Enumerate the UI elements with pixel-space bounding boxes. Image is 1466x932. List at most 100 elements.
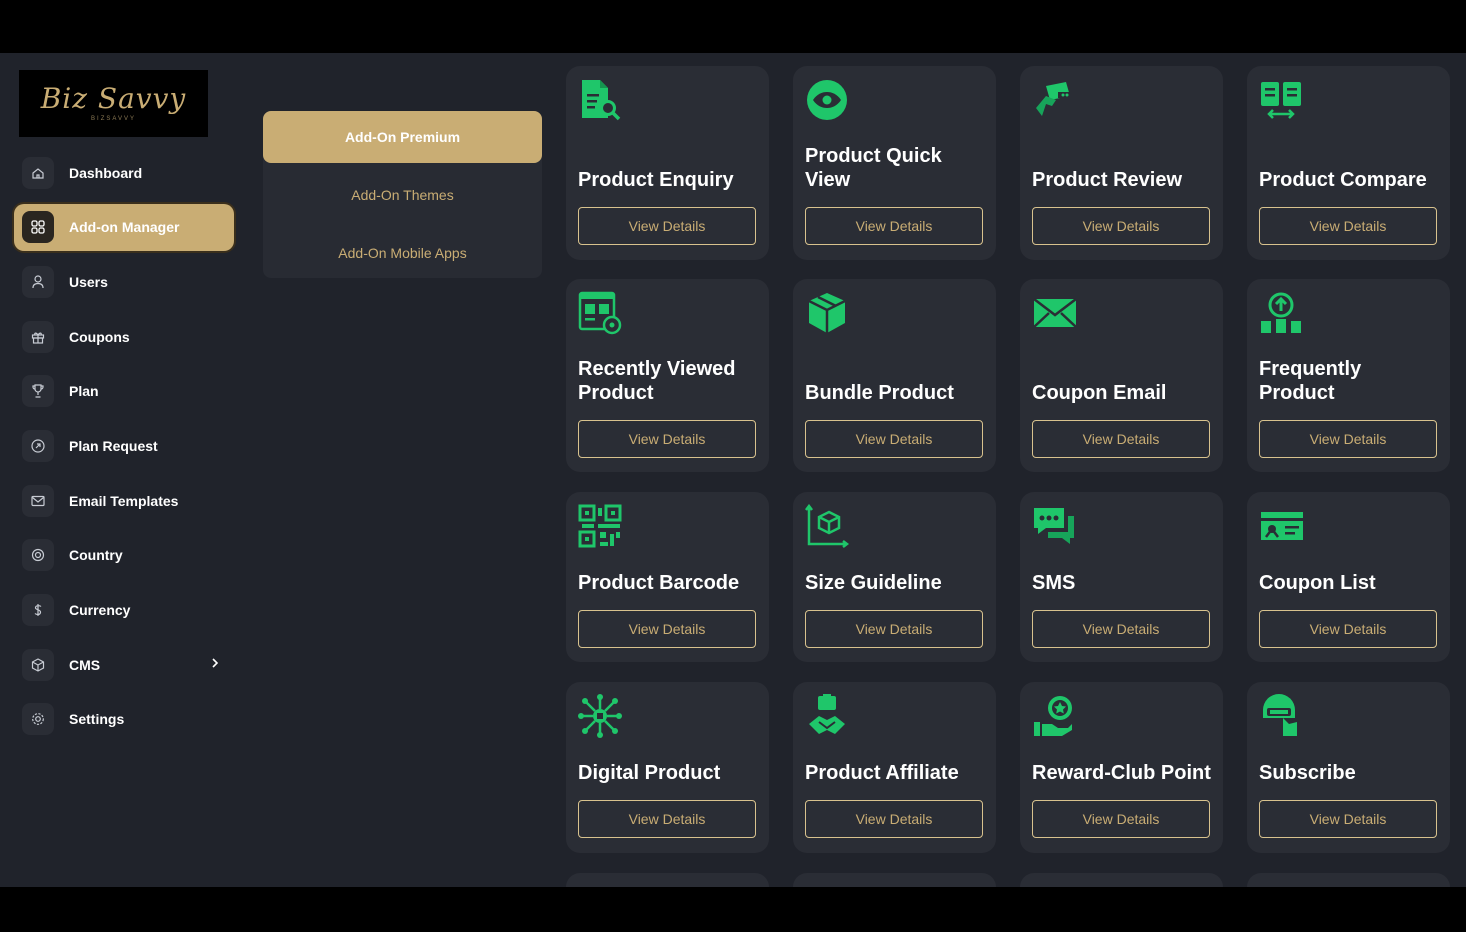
logo-subtext: BIZSAVVY <box>91 116 136 122</box>
addon-card: Product Review View Details <box>1020 66 1223 260</box>
sidebar-item-label: Users <box>69 273 108 290</box>
addon-title-text: Size Guideline <box>805 572 942 594</box>
addon-card: Bundle Product View Details <box>793 279 996 472</box>
addon-title-text: Recently Viewed Product <box>578 358 736 404</box>
logo-text: Biz Savvy <box>40 82 187 115</box>
sidebar-item-dashboard[interactable]: Dashboard <box>14 149 234 196</box>
addon-card: Reward-Club Point View Details <box>1020 682 1223 853</box>
envelope-icon <box>1032 291 1077 335</box>
addon-card: Coupon List View Details <box>1247 492 1450 662</box>
sidebar-item-currency[interactable]: Currency <box>14 587 234 634</box>
view-details-button[interactable]: View Details <box>578 420 756 458</box>
addon-title-text: Frequently Product <box>1259 358 1362 404</box>
view-details-button[interactable]: View Details <box>1032 420 1210 458</box>
gear-icon <box>22 703 54 736</box>
addon-title: Recently Viewed Product <box>578 339 761 405</box>
addon-title: Reward-Club Point <box>1032 742 1215 785</box>
package-icon <box>805 291 849 335</box>
addon-card: Digital Product View Details <box>566 682 769 853</box>
addon-title: Bundle Product <box>805 339 988 405</box>
sidebar-item-plan[interactable]: Plan <box>14 368 234 415</box>
view-details-button[interactable]: View Details <box>805 800 983 838</box>
addon-card: Product Affiliate View Details <box>793 682 996 853</box>
addon-title-text: SMS <box>1032 572 1076 594</box>
arrow-circle-icon <box>22 429 54 462</box>
addon-title: Coupon List <box>1259 552 1442 595</box>
tab-add-on-mobile-apps[interactable]: Add-On Mobile Apps <box>263 227 542 279</box>
addon-card-partial <box>793 873 996 887</box>
sidebar-item-label: Email Templates <box>69 492 179 509</box>
view-details-button[interactable]: View Details <box>805 610 983 648</box>
view-details-button[interactable]: View Details <box>1032 610 1210 648</box>
chevron-right-icon <box>210 656 220 670</box>
addon-title-text: Coupon Email <box>1032 382 1167 404</box>
view-details-button[interactable]: View Details <box>578 207 756 245</box>
addon-card: Subscribe View Details <box>1247 682 1450 853</box>
cube-measure-icon <box>805 503 850 548</box>
addon-title: Product Barcode <box>578 552 761 595</box>
hand-card-icon <box>1032 78 1076 122</box>
addon-title: Size Guideline <box>805 552 988 595</box>
sidebar-item-label: Plan <box>69 383 99 400</box>
addon-card: Product Quick View View Details <box>793 66 996 260</box>
addon-title-text: Bundle Product <box>805 382 954 404</box>
addon-card-partial <box>566 873 769 887</box>
view-details-button[interactable]: View Details <box>1259 800 1437 838</box>
chat-bubbles-icon <box>1032 504 1076 548</box>
tab-add-on-themes[interactable]: Add-On Themes <box>263 169 542 221</box>
ticket-icon <box>1259 504 1303 548</box>
dollar-icon <box>22 594 54 626</box>
brand-logo[interactable]: Biz Savvy BIZSAVVY <box>19 70 208 137</box>
view-details-button[interactable]: View Details <box>1032 207 1210 245</box>
view-details-button[interactable]: View Details <box>1259 420 1437 458</box>
sidebar-item-label: Settings <box>69 711 125 728</box>
sidebar-item-add-on-manager[interactable]: Add-on Manager <box>14 203 234 251</box>
addon-title-text: Product Barcode <box>578 572 740 594</box>
sidebar-item-users[interactable]: Users <box>14 258 234 305</box>
sidebar-item-email-templates[interactable]: Email Templates <box>14 477 234 524</box>
addon-card: Coupon Email View Details <box>1020 279 1223 472</box>
view-details-button[interactable]: View Details <box>578 800 756 838</box>
addon-title: Product Affiliate <box>805 742 988 785</box>
user-icon <box>22 265 54 298</box>
home-icon <box>22 156 54 189</box>
sidebar-item-label: Country <box>69 547 123 564</box>
sidebar-item-label: CMS <box>69 656 101 673</box>
subscribe-icon <box>1259 694 1303 738</box>
sidebar-item-country[interactable]: Country <box>14 532 234 579</box>
sidebar-item-label: Add-on Manager <box>69 219 180 236</box>
qr-code-icon <box>578 504 622 548</box>
view-details-button[interactable]: View Details <box>1259 610 1437 648</box>
sidebar-item-cms[interactable]: CMS <box>14 641 234 688</box>
addon-card: Product Barcode View Details <box>566 492 769 662</box>
addon-card: Frequently Product View Details <box>1247 279 1450 472</box>
addon-title-text: Subscribe <box>1259 762 1356 784</box>
tab-add-on-premium[interactable]: Add-On Premium <box>263 111 542 163</box>
sidebar-item-coupons[interactable]: Coupons <box>14 313 234 360</box>
addon-title: Coupon Email <box>1032 339 1215 405</box>
addon-tabs-panel: Add-On Premium Add-On Themes Add-On Mobile… <box>263 111 542 278</box>
view-details-button[interactable]: View Details <box>805 207 983 245</box>
view-details-button[interactable]: View Details <box>578 610 756 648</box>
sidebar-item-settings[interactable]: Settings <box>14 696 234 743</box>
view-details-button[interactable]: View Details <box>1032 800 1210 838</box>
upload-boxes-icon <box>1259 291 1303 335</box>
view-details-button[interactable]: View Details <box>805 420 983 458</box>
sidebar-item-label: Dashboard <box>69 164 143 181</box>
reward-hand-icon <box>1032 694 1076 738</box>
gift-icon <box>22 320 54 353</box>
view-details-button[interactable]: View Details <box>1259 207 1437 245</box>
addon-title: Subscribe <box>1259 742 1442 785</box>
sidebar-item-label: Currency <box>69 602 131 618</box>
compare-icon <box>1259 78 1303 122</box>
addon-card-partial <box>1020 873 1223 887</box>
sidebar-item-label: Coupons <box>69 328 130 345</box>
addon-card: Recently Viewed Product View Details <box>566 279 769 472</box>
addon-title-text: Product Affiliate <box>805 762 959 784</box>
network-icon <box>578 694 622 738</box>
target-icon <box>22 539 54 572</box>
addon-card-partial <box>1247 873 1450 887</box>
addon-title: Product Compare <box>1259 126 1442 192</box>
addon-title: Product Review <box>1032 126 1215 192</box>
sidebar-item-plan-request[interactable]: Plan Request <box>14 422 234 469</box>
